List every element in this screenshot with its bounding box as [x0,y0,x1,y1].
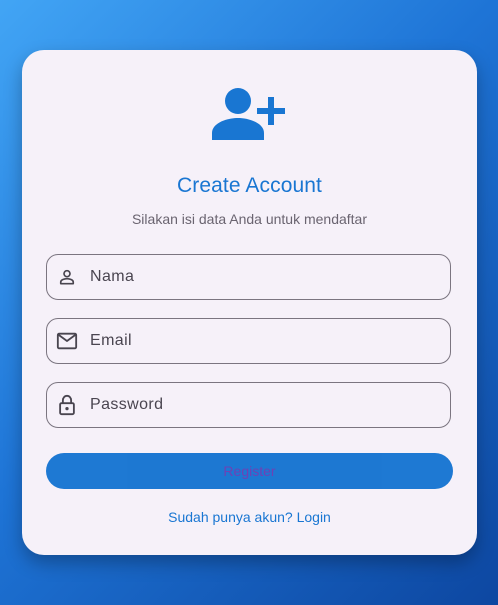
person-add-icon [211,88,285,140]
lock-outline-icon [56,394,78,416]
email-input[interactable] [90,332,420,350]
header-icon-wrap [22,86,477,144]
page-title: Create Account [177,174,322,197]
person-outline-icon [56,266,78,288]
page-subtitle: Silakan isi data Anda untuk mendaftar [131,211,368,227]
register-button[interactable]: Register [46,453,453,489]
name-input[interactable] [90,268,420,286]
email-field[interactable] [46,318,451,364]
mail-outline-icon [56,330,78,352]
register-card: Create Account Silakan isi data Anda unt… [22,50,477,555]
name-field[interactable] [46,254,451,300]
password-field[interactable] [46,382,451,428]
login-link[interactable]: Sudah punya akun? Login [22,509,477,525]
password-input[interactable] [90,396,420,414]
